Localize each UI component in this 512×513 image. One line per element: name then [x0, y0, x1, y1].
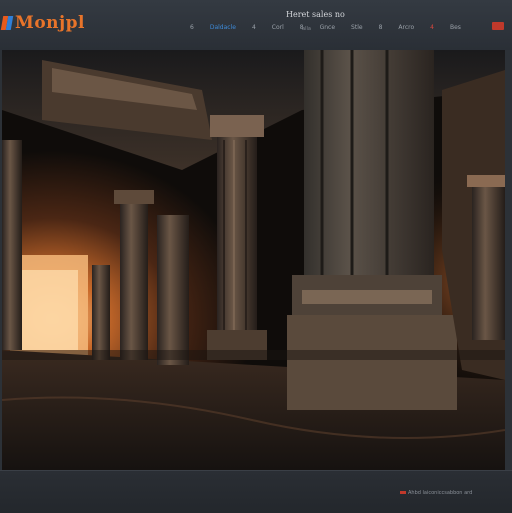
status-record-icon — [400, 491, 406, 494]
tool-item-0[interactable]: 6 — [190, 24, 194, 31]
app-logo[interactable]: Monjpl — [0, 13, 86, 33]
toolbar-items: 6 Daldacle 4 Corl 8 Gnce Stle 8 Arcro 4 … — [190, 22, 461, 32]
status-bar: Ahbd laiconiccsabbon ard — [400, 490, 472, 496]
tool-item-2[interactable]: 4 — [252, 24, 256, 31]
status-text: Ahbd laiconiccsabbon ard — [408, 490, 473, 496]
tool-item-6[interactable]: Stle — [351, 24, 363, 31]
tool-item-9[interactable]: 4 — [430, 24, 434, 31]
tool-item-3[interactable]: Corl — [272, 24, 284, 31]
logo-icon — [0, 16, 14, 30]
render-viewport[interactable] — [2, 50, 505, 470]
temple-scene — [2, 50, 505, 470]
tool-item-1[interactable]: Daldacle — [210, 24, 236, 31]
tool-item-10[interactable]: Bes — [450, 24, 461, 31]
tool-item-7[interactable]: 8 — [379, 24, 383, 31]
toolbar-sub-label: alla — [302, 26, 311, 32]
record-button[interactable] — [492, 22, 504, 30]
right-scrollbar[interactable] — [505, 50, 512, 470]
logo-text: Monjpl — [15, 13, 86, 33]
tool-item-8[interactable]: Arcro — [398, 24, 414, 31]
tool-item-5[interactable]: Gnce — [320, 24, 335, 31]
window-title: Heret sales no — [286, 10, 345, 19]
top-toolbar: Monjpl Heret sales no 6 Daldacle 4 Corl … — [0, 0, 512, 51]
